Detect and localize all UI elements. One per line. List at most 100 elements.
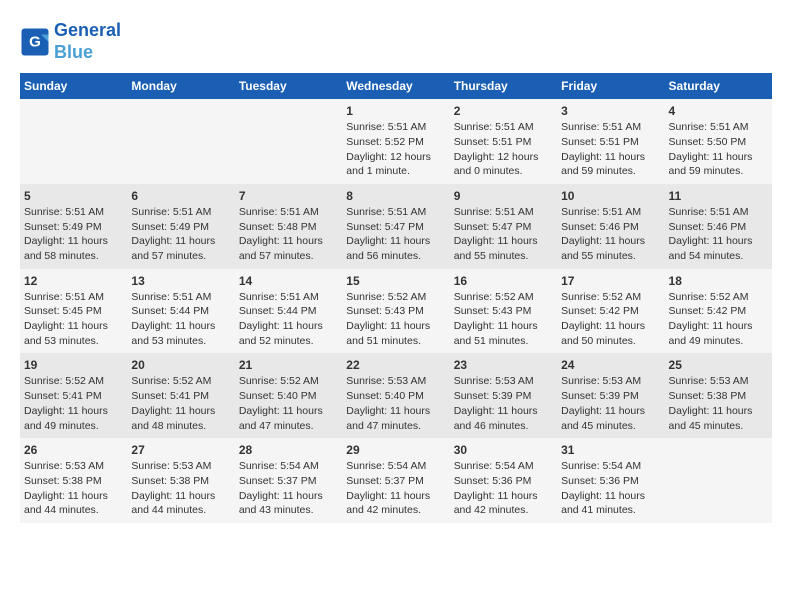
calendar-header: SundayMondayTuesdayWednesdayThursdayFrid… [20,73,772,99]
day-info: Sunrise: 5:52 AMSunset: 5:42 PMDaylight:… [669,290,768,349]
day-info: Sunrise: 5:51 AMSunset: 5:46 PMDaylight:… [669,205,768,264]
day-number: 1 [346,104,445,118]
day-info: Sunrise: 5:51 AMSunset: 5:51 PMDaylight:… [561,120,660,179]
day-number: 4 [669,104,768,118]
calendar-cell: 29Sunrise: 5:54 AMSunset: 5:37 PMDayligh… [342,438,449,523]
calendar-cell: 1 Sunrise: 5:51 AMSunset: 5:52 PMDaylight… [342,99,449,184]
day-number: 27 [131,443,230,457]
svg-text:G: G [29,33,41,50]
calendar-cell: 18 Sunrise: 5:52 AMSunset: 5:42 PMDayligh… [665,269,772,354]
calendar-week-row: 19 Sunrise: 5:52 AMSunset: 5:41 PMDayligh… [20,353,772,438]
logo-name: General Blue [54,20,121,63]
day-info: Sunrise: 5:51 AMSunset: 5:45 PMDaylight:… [24,290,123,349]
calendar-cell: 9 Sunrise: 5:51 AMSunset: 5:47 PMDaylight… [450,184,557,269]
day-info: Sunrise: 5:53 AMSunset: 5:38 PMDaylight:… [24,459,123,518]
day-number: 28 [239,443,338,457]
day-number: 24 [561,358,660,372]
calendar-cell: 11Sunrise: 5:51 AMSunset: 5:46 PMDayligh… [665,184,772,269]
calendar-cell: 13 Sunrise: 5:51 AMSunset: 5:44 PMDayligh… [127,269,234,354]
calendar-cell: 10 Sunrise: 5:51 AMSunset: 5:46 PMDayligh… [557,184,664,269]
calendar-cell [665,438,772,523]
weekday-header-thursday: Thursday [450,73,557,99]
calendar-cell: 6Sunrise: 5:51 AMSunset: 5:49 PMDaylight… [127,184,234,269]
day-info: Sunrise: 5:51 AMSunset: 5:52 PMDaylight:… [346,120,445,179]
calendar-cell: 3 Sunrise: 5:51 AMSunset: 5:51 PMDaylight… [557,99,664,184]
day-number: 16 [454,274,553,288]
day-info: Sunrise: 5:51 AMSunset: 5:50 PMDaylight:… [669,120,768,179]
day-info: Sunrise: 5:51 AMSunset: 5:49 PMDaylight:… [24,205,123,264]
day-info: Sunrise: 5:53 AMSunset: 5:38 PMDaylight:… [131,459,230,518]
day-number: 18 [669,274,768,288]
calendar-cell: 23 Sunrise: 5:53 AMSunset: 5:39 PMDayligh… [450,353,557,438]
day-info: Sunrise: 5:54 AMSunset: 5:36 PMDaylight:… [454,459,553,518]
day-number: 30 [454,443,553,457]
day-number: 2 [454,104,553,118]
calendar-cell: 8 Sunrise: 5:51 AMSunset: 5:47 PMDaylight… [342,184,449,269]
calendar-cell: 26 Sunrise: 5:53 AMSunset: 5:38 PMDayligh… [20,438,127,523]
weekday-header-monday: Monday [127,73,234,99]
day-info: Sunrise: 5:53 AMSunset: 5:38 PMDaylight:… [669,374,768,433]
day-info: Sunrise: 5:52 AMSunset: 5:41 PMDaylight:… [24,374,123,433]
day-number: 13 [131,274,230,288]
day-number: 25 [669,358,768,372]
day-number: 17 [561,274,660,288]
logo: G General Blue [20,20,121,63]
day-info: Sunrise: 5:54 AMSunset: 5:37 PMDaylight:… [346,459,445,518]
day-number: 15 [346,274,445,288]
day-info: Sunrise: 5:52 AMSunset: 5:43 PMDaylight:… [454,290,553,349]
day-number: 6 [131,189,230,203]
day-number: 26 [24,443,123,457]
day-info: Sunrise: 5:52 AMSunset: 5:40 PMDaylight:… [239,374,338,433]
day-info: Sunrise: 5:51 AMSunset: 5:46 PMDaylight:… [561,205,660,264]
calendar-week-row: 12 Sunrise: 5:51 AMSunset: 5:45 PMDayligh… [20,269,772,354]
day-info: Sunrise: 5:53 AMSunset: 5:40 PMDaylight:… [346,374,445,433]
day-info: Sunrise: 5:52 AMSunset: 5:42 PMDaylight:… [561,290,660,349]
day-info: Sunrise: 5:51 AMSunset: 5:48 PMDaylight:… [239,205,338,264]
day-number: 5 [24,189,123,203]
day-info: Sunrise: 5:53 AMSunset: 5:39 PMDaylight:… [454,374,553,433]
calendar-table: SundayMondayTuesdayWednesdayThursdayFrid… [20,73,772,523]
calendar-cell: 4 Sunrise: 5:51 AMSunset: 5:50 PMDaylight… [665,99,772,184]
calendar-cell: 16 Sunrise: 5:52 AMSunset: 5:43 PMDayligh… [450,269,557,354]
calendar-body: 1 Sunrise: 5:51 AMSunset: 5:52 PMDaylight… [20,99,772,523]
day-number: 9 [454,189,553,203]
day-number: 8 [346,189,445,203]
day-info: Sunrise: 5:52 AMSunset: 5:41 PMDaylight:… [131,374,230,433]
calendar-cell: 14Sunrise: 5:51 AMSunset: 5:44 PMDayligh… [235,269,342,354]
day-number: 23 [454,358,553,372]
calendar-cell: 20 Sunrise: 5:52 AMSunset: 5:41 PMDayligh… [127,353,234,438]
calendar-week-row: 1 Sunrise: 5:51 AMSunset: 5:52 PMDaylight… [20,99,772,184]
calendar-cell: 30 Sunrise: 5:54 AMSunset: 5:36 PMDayligh… [450,438,557,523]
calendar-cell [20,99,127,184]
day-info: Sunrise: 5:53 AMSunset: 5:39 PMDaylight:… [561,374,660,433]
day-number: 19 [24,358,123,372]
weekday-header-wednesday: Wednesday [342,73,449,99]
day-info: Sunrise: 5:51 AMSunset: 5:44 PMDaylight:… [131,290,230,349]
calendar-cell: 19 Sunrise: 5:52 AMSunset: 5:41 PMDayligh… [20,353,127,438]
day-number: 7 [239,189,338,203]
calendar-cell [235,99,342,184]
calendar-cell: 5 Sunrise: 5:51 AMSunset: 5:49 PMDaylight… [20,184,127,269]
day-info: Sunrise: 5:51 AMSunset: 5:51 PMDaylight:… [454,120,553,179]
day-info: Sunrise: 5:51 AMSunset: 5:47 PMDaylight:… [454,205,553,264]
day-number: 20 [131,358,230,372]
day-info: Sunrise: 5:52 AMSunset: 5:43 PMDaylight:… [346,290,445,349]
day-number: 22 [346,358,445,372]
calendar-cell: 2 Sunrise: 5:51 AMSunset: 5:51 PMDaylight… [450,99,557,184]
day-info: Sunrise: 5:54 AMSunset: 5:37 PMDaylight:… [239,459,338,518]
page-header: G General Blue [20,20,772,63]
calendar-cell: 22 Sunrise: 5:53 AMSunset: 5:40 PMDayligh… [342,353,449,438]
calendar-week-row: 5 Sunrise: 5:51 AMSunset: 5:49 PMDaylight… [20,184,772,269]
day-number: 3 [561,104,660,118]
calendar-cell: 28 Sunrise: 5:54 AMSunset: 5:37 PMDayligh… [235,438,342,523]
day-info: Sunrise: 5:51 AMSunset: 5:47 PMDaylight:… [346,205,445,264]
calendar-cell: 12 Sunrise: 5:51 AMSunset: 5:45 PMDayligh… [20,269,127,354]
day-info: Sunrise: 5:54 AMSunset: 5:36 PMDaylight:… [561,459,660,518]
calendar-cell: 17 Sunrise: 5:52 AMSunset: 5:42 PMDayligh… [557,269,664,354]
weekday-header-saturday: Saturday [665,73,772,99]
day-number: 10 [561,189,660,203]
day-number: 31 [561,443,660,457]
weekday-header-sunday: Sunday [20,73,127,99]
day-number: 12 [24,274,123,288]
calendar-cell: 27 Sunrise: 5:53 AMSunset: 5:38 PMDayligh… [127,438,234,523]
